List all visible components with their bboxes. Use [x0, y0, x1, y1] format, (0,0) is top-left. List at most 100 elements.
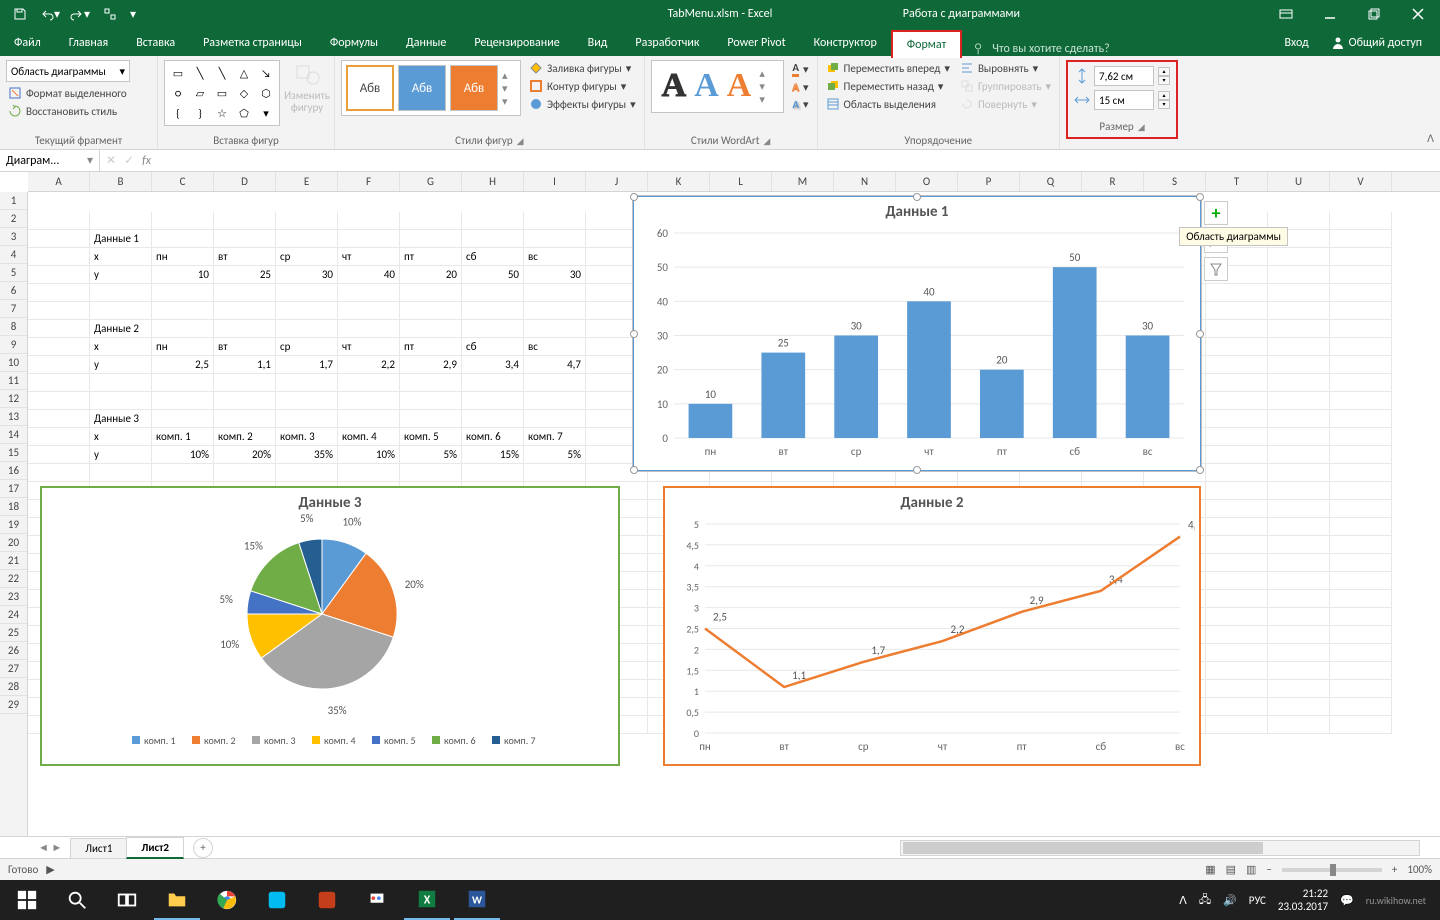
fx-icon[interactable]: fx: [142, 154, 151, 168]
shape-fill-button[interactable]: Заливка фигуры ▾: [527, 60, 638, 76]
sheet-tab-2[interactable]: Лист2: [126, 837, 184, 859]
sheet-tab-bar: ◄ ► Лист1 Лист2 +: [0, 836, 1440, 858]
chrome-icon[interactable]: [204, 880, 250, 920]
start-button[interactable]: [4, 880, 50, 920]
reset-style-button[interactable]: Восстановить стиль: [6, 103, 129, 119]
horizontal-scrollbar[interactable]: [900, 840, 1420, 856]
zoom-out-icon[interactable]: −: [1266, 863, 1271, 876]
shape-outline-button[interactable]: Контур фигуры ▾: [527, 78, 638, 94]
format-selection-button[interactable]: Формат выделенного: [6, 85, 129, 101]
qat-customize-icon[interactable]: ▾: [126, 2, 140, 26]
app-icon-2[interactable]: [304, 880, 350, 920]
shape-style-1[interactable]: Абв: [346, 65, 394, 111]
shape-style-3[interactable]: Абв: [450, 65, 498, 111]
svg-text:5%: 5%: [300, 514, 314, 525]
text-outline-button[interactable]: A ▾: [790, 80, 810, 95]
paint-icon[interactable]: [354, 880, 400, 920]
enter-formula-icon[interactable]: ✓: [124, 153, 134, 168]
column-headers[interactable]: ABCDEFGHIJKLMNOPQRSTUV: [28, 172, 1440, 192]
zoom-slider[interactable]: [1282, 868, 1382, 872]
chart-2-plot[interactable]: 00,511,522,533,544,552,5пн1,1вт1,7ср2,2ч…: [665, 514, 1195, 760]
app-icon-1[interactable]: [254, 880, 300, 920]
text-effects-button[interactable]: A ▾: [790, 97, 810, 112]
new-sheet-button[interactable]: +: [193, 838, 213, 858]
word-taskbar-icon[interactable]: W: [454, 880, 500, 920]
send-backward-button[interactable]: Переместить назад ▾: [824, 78, 952, 94]
chart-3-pie[interactable]: Данные 3 10%20%35%10%5%15%5%комп. 1комп.…: [40, 486, 620, 766]
chart-element-dropdown[interactable]: Область диаграммы▾: [6, 60, 130, 82]
tab-file[interactable]: Файл: [0, 30, 55, 56]
ribbon-options-icon[interactable]: [1264, 0, 1308, 28]
shape-style-2[interactable]: Абв: [398, 65, 446, 111]
task-view-icon[interactable]: [104, 880, 150, 920]
tab-chart-design[interactable]: Конструктор: [800, 30, 891, 56]
collapse-ribbon-icon[interactable]: ᐱ: [1427, 132, 1434, 145]
chart-elements-button[interactable]: +: [1204, 201, 1228, 225]
notifications-icon[interactable]: 💬: [1340, 894, 1354, 907]
maximize-icon[interactable]: [1352, 0, 1396, 28]
svg-text:2,5: 2,5: [713, 611, 727, 624]
file-explorer-icon[interactable]: [154, 880, 200, 920]
tab-data[interactable]: Данные: [392, 30, 460, 56]
chart-1-plot[interactable]: 010203040506010пн25вт30ср40чт20пт50сб30в…: [634, 223, 1194, 466]
svg-text:30: 30: [657, 330, 669, 343]
worksheet-grid[interactable]: 1234567891011121314151617181920212223242…: [0, 192, 1440, 836]
volume-icon[interactable]: 🔊: [1223, 894, 1237, 907]
tab-insert[interactable]: Вставка: [122, 30, 189, 56]
height-spinner[interactable]: ▴▾: [1158, 67, 1170, 85]
redo-icon[interactable]: ▾: [66, 2, 94, 26]
shape-height-input[interactable]: 7,62 см: [1094, 66, 1154, 86]
selection-pane-button[interactable]: Область выделения: [824, 96, 952, 112]
width-spinner[interactable]: ▴▾: [1158, 91, 1170, 109]
shape-effects-button[interactable]: Эффекты фигуры ▾: [527, 96, 638, 112]
zoom-level[interactable]: 100%: [1407, 863, 1432, 876]
chart-3-plot[interactable]: 10%20%35%10%5%15%5%комп. 1комп. 2комп. 3…: [42, 514, 614, 760]
tray-expand-icon[interactable]: ᐱ: [1179, 894, 1187, 907]
svg-text:10: 10: [657, 398, 669, 411]
close-icon[interactable]: [1396, 0, 1440, 28]
chart-filters-button[interactable]: [1204, 257, 1228, 281]
save-icon[interactable]: [6, 2, 34, 26]
shapes-gallery[interactable]: ▭╲╲△↘ ○▱▭◇⬡ {}☆⬠▾: [164, 60, 280, 126]
sheet-tab-1[interactable]: Лист1: [70, 838, 127, 858]
tab-chart-format[interactable]: Формат: [891, 30, 962, 58]
shape-width-input[interactable]: 15 см: [1094, 90, 1154, 110]
sheet-nav[interactable]: ◄ ►: [30, 841, 70, 854]
tab-review[interactable]: Рецензирование: [460, 30, 573, 56]
text-fill-button[interactable]: A ▾: [790, 60, 810, 78]
tab-home[interactable]: Главная: [55, 30, 122, 56]
chart-3-title[interactable]: Данные 3: [42, 488, 618, 514]
network-icon[interactable]: 🖧: [1199, 891, 1211, 910]
tab-page-layout[interactable]: Разметка страницы: [189, 30, 316, 56]
touch-mode-icon[interactable]: [96, 2, 124, 26]
view-normal-icon[interactable]: ▦: [1205, 863, 1215, 876]
signin-link[interactable]: Вход: [1274, 30, 1318, 56]
row-headers[interactable]: 1234567891011121314151617181920212223242…: [0, 192, 28, 836]
svg-text:4: 4: [694, 560, 699, 573]
chart-2-line[interactable]: Данные 2 00,511,522,533,544,552,5пн1,1вт…: [663, 486, 1201, 766]
zoom-in-icon[interactable]: +: [1392, 863, 1397, 876]
shape-style-gallery[interactable]: Абв Абв Абв ▴▾▾: [341, 60, 521, 116]
chart-2-title[interactable]: Данные 2: [665, 488, 1199, 514]
bring-forward-button[interactable]: Переместить вперед ▾: [824, 60, 952, 76]
tab-developer[interactable]: Разработчик: [621, 30, 713, 56]
view-page-break-icon[interactable]: ▥: [1246, 863, 1256, 876]
name-box[interactable]: Диаграм...▾: [0, 150, 100, 172]
chart-1-bar[interactable]: Данные 1 010203040506010пн25вт30ср40чт20…: [633, 196, 1201, 471]
share-button[interactable]: Общий доступ: [1323, 32, 1430, 54]
language-indicator[interactable]: РУС: [1249, 894, 1266, 907]
tab-powerpivot[interactable]: Power Pivot: [713, 30, 799, 56]
search-icon[interactable]: [54, 880, 100, 920]
tab-view[interactable]: Вид: [574, 30, 622, 56]
align-button[interactable]: Выровнять ▾: [958, 60, 1053, 76]
tell-me-search[interactable]: Что вы хотите сделать?: [962, 42, 1119, 56]
undo-icon[interactable]: ▾: [36, 2, 64, 26]
cancel-formula-icon[interactable]: ✕: [106, 153, 116, 168]
view-page-layout-icon[interactable]: ▤: [1226, 863, 1236, 876]
excel-taskbar-icon[interactable]: X: [404, 880, 450, 920]
macro-record-icon[interactable]: ▶: [46, 863, 54, 876]
wordart-gallery[interactable]: A A A ▴▾▾: [651, 60, 785, 113]
minimize-icon[interactable]: [1308, 0, 1352, 28]
system-clock[interactable]: 21:2223.03.2017: [1278, 887, 1328, 913]
tab-formulas[interactable]: Формулы: [316, 30, 392, 56]
